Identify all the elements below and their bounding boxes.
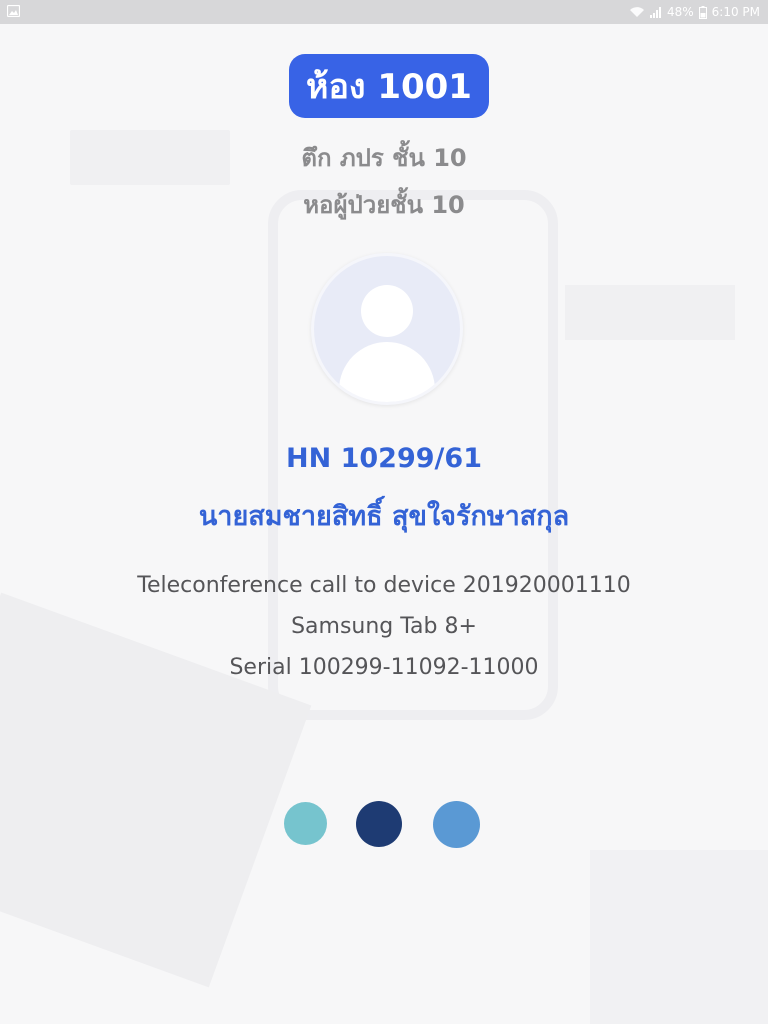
loading-dot — [284, 802, 327, 845]
room-badge: ห้อง 1001 — [289, 54, 489, 118]
ward-label: หอผู้ป่วยชั้น 10 — [303, 191, 465, 219]
loading-dot — [356, 801, 402, 847]
device-model-label: Samsung Tab 8+ — [291, 614, 477, 639]
call-screen: 48% 6:10 PM ห้อง 1001 ตึก ภปร ชั้น 10 หอ… — [0, 0, 768, 1024]
battery-percent: 48% — [666, 5, 694, 19]
patient-avatar — [311, 253, 463, 405]
background-block — [590, 850, 768, 1024]
background-tilted-shape — [0, 592, 312, 988]
call-target-label: Teleconference call to device 2019200011… — [137, 573, 631, 598]
status-bar: 48% 6:10 PM — [0, 0, 768, 24]
background-card — [565, 285, 735, 340]
device-serial-label: Serial 100299-11092-11000 — [229, 655, 539, 680]
battery-icon — [698, 5, 707, 19]
signal-icon — [649, 6, 662, 18]
clock: 6:10 PM — [711, 5, 760, 19]
patient-name: นายสมชายสิทธิ์ สุขใจรักษาสกุล — [198, 501, 570, 532]
building-label: ตึก ภปร ชั้น 10 — [301, 144, 467, 172]
loading-dot — [433, 801, 480, 848]
wifi-icon — [629, 6, 645, 18]
patient-hn: HN 10299/61 — [286, 443, 482, 474]
gallery-icon — [6, 4, 21, 18]
